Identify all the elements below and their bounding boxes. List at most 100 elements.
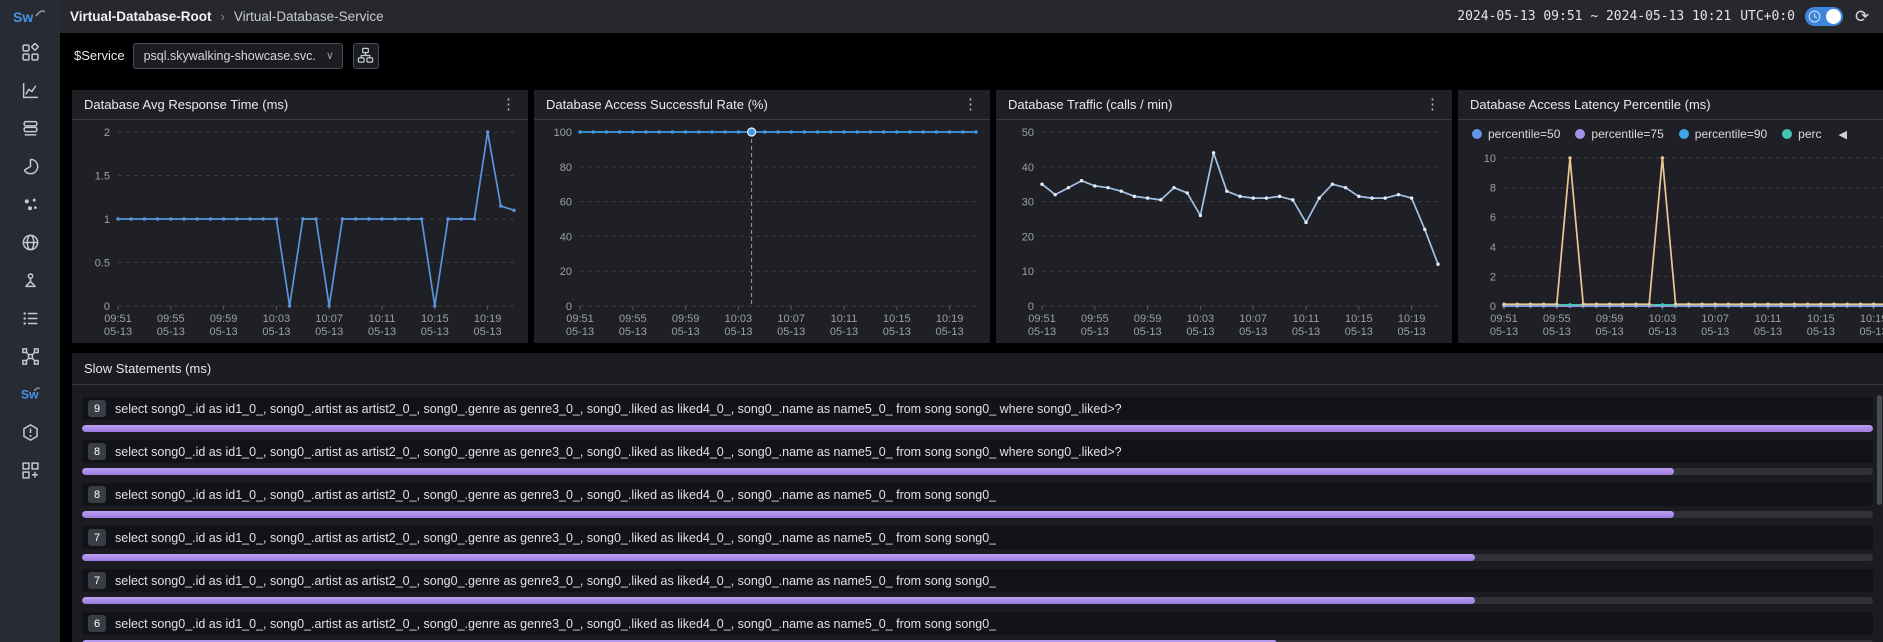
sidebar-item-browser-globe[interactable] [0, 223, 60, 261]
svg-text:10:03: 10:03 [263, 313, 291, 325]
slow-statement-row: 7 select song0_.id as id1_0_, song0_.art… [82, 526, 1873, 561]
chart-legend: percentile=50 percentile=75 percentile=90 p… [1472, 127, 1883, 141]
svg-text:10:03: 10:03 [1649, 313, 1677, 325]
legend-item[interactable]: percentile=90 [1679, 127, 1767, 141]
toolbar: $Service psql.skywalking-showcase.svc. ∨ [60, 33, 1883, 78]
svg-text:05-13: 05-13 [1134, 326, 1162, 338]
svg-text:10:11: 10:11 [1293, 313, 1320, 325]
svg-text:10:19: 10:19 [1860, 313, 1883, 325]
svg-text:05-13: 05-13 [1543, 326, 1571, 338]
statement-value-badge: 8 [88, 443, 106, 460]
chart-plot: percentile=50 percentile=75 percentile=90 p… [1458, 120, 1883, 342]
svg-text:10:11: 10:11 [369, 313, 396, 325]
legend-pager-left-icon[interactable]: ◀ [1839, 128, 1847, 141]
slow-statement-row: 8 select song0_.id as id1_0_, song0_.art… [82, 440, 1873, 475]
statement-bar-track [82, 511, 1873, 518]
svg-text:20: 20 [1022, 231, 1034, 243]
svg-text:05-13: 05-13 [1754, 326, 1782, 338]
sidebar-item-infrastructure[interactable] [0, 261, 60, 299]
svg-text:6: 6 [1490, 212, 1496, 224]
kebab-menu-icon[interactable]: ⋮ [963, 97, 978, 112]
kebab-menu-icon[interactable]: ⋮ [1425, 97, 1440, 112]
svg-text:10:15: 10:15 [1345, 313, 1373, 325]
svg-text:05-13: 05-13 [1292, 326, 1320, 338]
scrollbar-thumb[interactable] [1877, 395, 1882, 505]
sidebar-item-database-layers[interactable] [0, 109, 60, 147]
sitemap-icon [357, 47, 374, 64]
service-mesh-pie-icon [21, 157, 40, 176]
svg-text:09:59: 09:59 [1134, 313, 1162, 325]
chart-svg: 02040608010009:5105-1309:5505-1309:5905-… [534, 120, 990, 342]
sidebar: Sw Sw [0, 0, 60, 642]
skywalking-icon: Sw [21, 385, 40, 404]
menu-list-icon [21, 309, 40, 328]
sidebar-item-new-dashboard[interactable] [0, 451, 60, 489]
statement-value-badge: 7 [88, 529, 106, 546]
sidebar-item-topology[interactable] [0, 337, 60, 375]
svg-text:05-13: 05-13 [1701, 326, 1729, 338]
svg-text:05-13: 05-13 [421, 326, 449, 338]
slow-statements-list: 9 select song0_.id as id1_0_, song0_.art… [72, 385, 1883, 642]
refresh-icon[interactable]: ⟳ [1855, 7, 1873, 27]
svg-text:05-13: 05-13 [210, 326, 238, 338]
legend-item[interactable]: percentile=50 [1472, 127, 1560, 141]
svg-text:05-13: 05-13 [619, 326, 647, 338]
statement-bar-fill [82, 425, 1873, 432]
statement-bar-fill [82, 468, 1674, 475]
svg-text:10:07: 10:07 [777, 313, 805, 325]
svg-text:09:51: 09:51 [1028, 313, 1056, 325]
statement-bar-track [82, 468, 1873, 475]
svg-text:10:19: 10:19 [474, 313, 502, 325]
svg-text:0: 0 [1028, 301, 1034, 313]
sidebar-item-service-mesh-pie[interactable] [0, 147, 60, 185]
svg-text:09:55: 09:55 [157, 313, 185, 325]
service-topology-button[interactable] [353, 43, 379, 69]
statement-bar-track [82, 425, 1873, 432]
time-range-picker[interactable]: 2024-05-13 09:51 ~ 2024-05-13 10:21 [1457, 9, 1731, 24]
svg-text:10:07: 10:07 [1701, 313, 1729, 325]
svg-text:05-13: 05-13 [724, 326, 752, 338]
svg-text:05-13: 05-13 [1596, 326, 1624, 338]
legend-label: percentile=75 [1591, 127, 1663, 141]
chart-panel-2: Database Traffic (calls / min) ⋮01020304… [996, 90, 1452, 343]
chart-plot: 02040608010009:5105-1309:5505-1309:5905-… [534, 120, 990, 342]
svg-text:09:59: 09:59 [672, 313, 700, 325]
kebab-menu-icon[interactable]: ⋮ [501, 97, 516, 112]
statement-sql-text: select song0_.id as id1_0_, song0_.artis… [115, 531, 996, 545]
svg-text:40: 40 [560, 231, 572, 243]
svg-text:05-13: 05-13 [1398, 326, 1426, 338]
sidebar-item-menu-list[interactable] [0, 299, 60, 337]
svg-text:09:51: 09:51 [566, 313, 594, 325]
chart-svg: 0102030405009:5105-1309:5505-1309:5905-1… [996, 120, 1452, 342]
svg-text:10:03: 10:03 [1187, 313, 1215, 325]
sidebar-item-dashboard[interactable] [0, 33, 60, 71]
slow-statements-title: Slow Statements (ms) [84, 361, 211, 376]
svg-text:10:19: 10:19 [1398, 313, 1426, 325]
panel-title: Database Avg Response Time (ms) [84, 97, 288, 112]
svg-text:05-13: 05-13 [566, 326, 594, 338]
svg-text:10:07: 10:07 [1239, 313, 1267, 325]
svg-text:09:55: 09:55 [1081, 313, 1109, 325]
sidebar-item-chart[interactable] [0, 71, 60, 109]
timezone-label: UTC+0:0 [1740, 9, 1795, 24]
legend-item[interactable]: percentile=75 [1575, 127, 1663, 141]
sidebar-item-alarm-hexagon[interactable] [0, 413, 60, 451]
sidebar-item-functions-dots[interactable] [0, 185, 60, 223]
chevron-down-icon: ∨ [326, 49, 334, 62]
breadcrumb-root[interactable]: Virtual-Database-Root [70, 9, 212, 24]
skywalking-logo[interactable]: Sw [0, 0, 60, 33]
svg-text:2: 2 [104, 127, 110, 139]
svg-text:05-13: 05-13 [1239, 326, 1267, 338]
clock-icon [1808, 10, 1821, 23]
slow-statements-panel: Slow Statements (ms) 9 select song0_.id … [72, 353, 1883, 642]
statement-value-badge: 8 [88, 486, 106, 503]
service-select[interactable]: psql.skywalking-showcase.svc. ∨ [133, 43, 343, 69]
charts-row: Database Avg Response Time (ms) ⋮00.511.… [72, 90, 1883, 343]
auto-refresh-toggle[interactable] [1805, 7, 1843, 26]
legend-item[interactable]: perc [1782, 127, 1821, 141]
svg-text:05-13: 05-13 [1186, 326, 1214, 338]
svg-text:05-13: 05-13 [830, 326, 858, 338]
sidebar-item-skywalking[interactable]: Sw [0, 375, 60, 413]
svg-text:20: 20 [560, 266, 572, 278]
legend-dot-icon [1472, 129, 1482, 139]
